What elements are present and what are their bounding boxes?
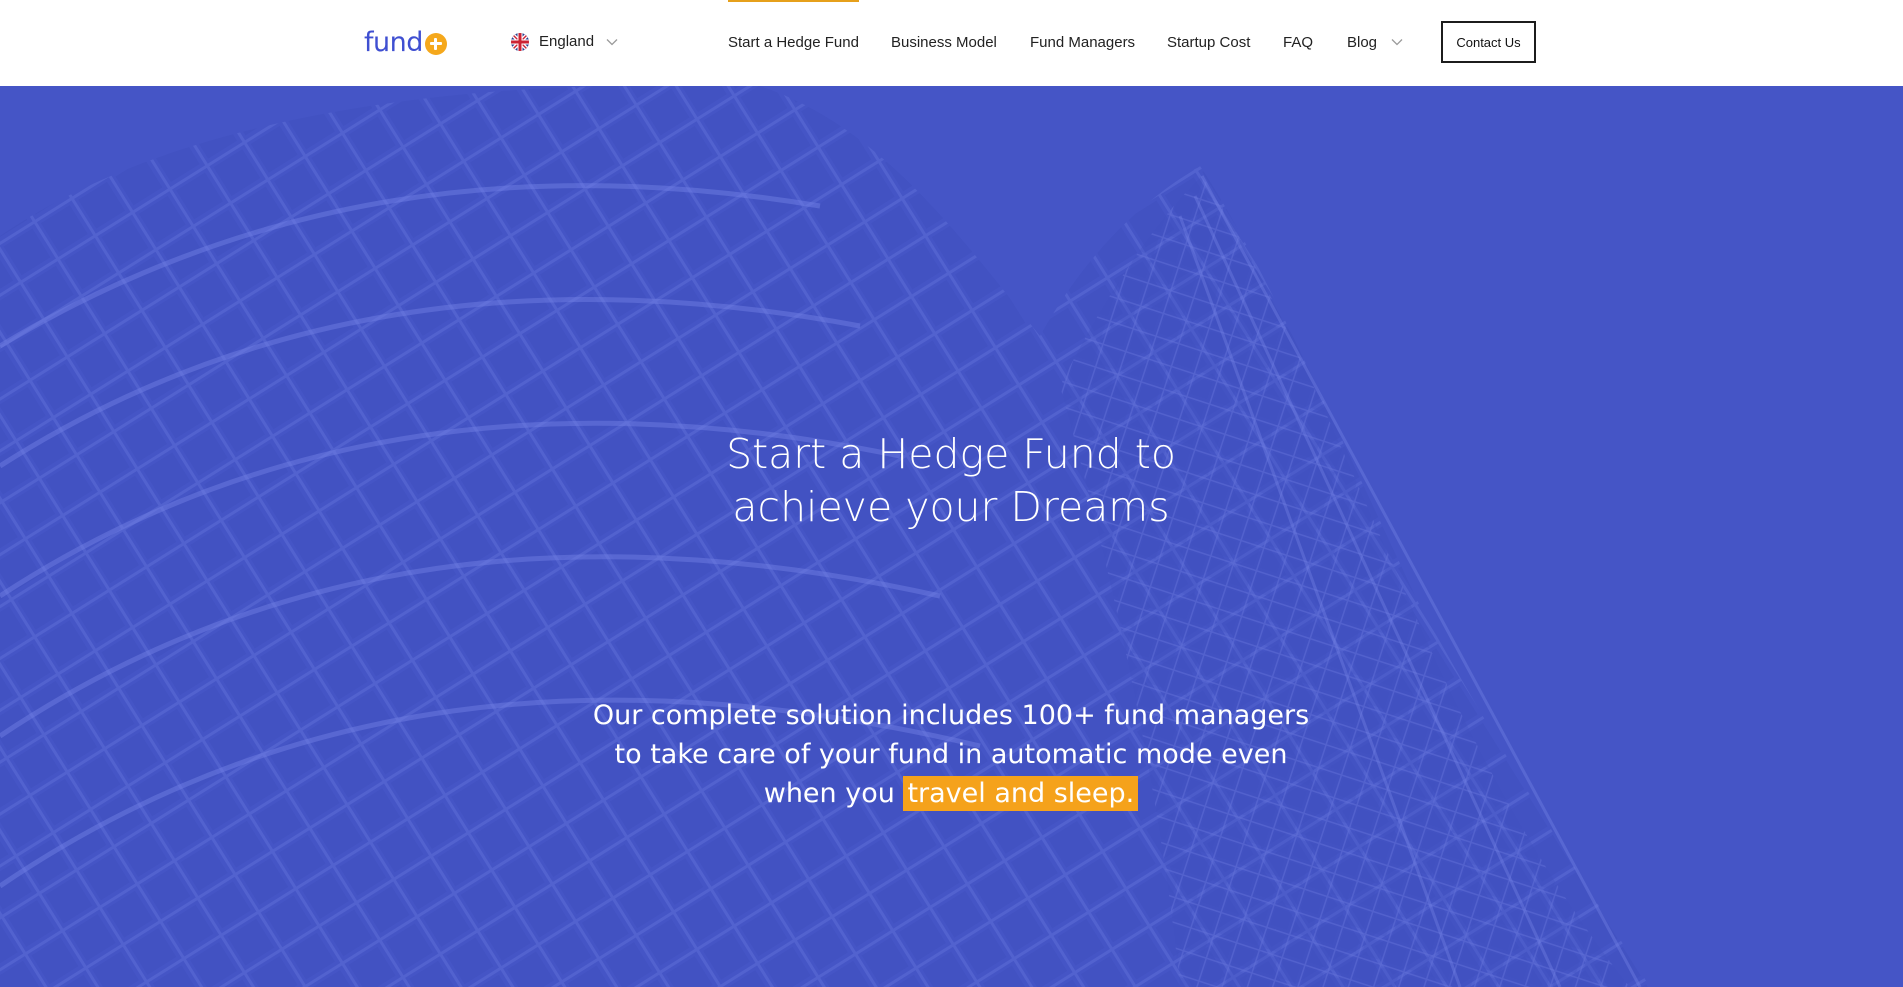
hero-subtitle-line: Our complete solution includes 100+ fund… bbox=[592, 700, 1310, 731]
nav-startup-cost[interactable]: Startup Cost bbox=[1167, 30, 1250, 54]
hero-subtitle: Our complete solution includes 100+ fund… bbox=[551, 696, 1351, 813]
nav-faq[interactable]: FAQ bbox=[1283, 30, 1313, 54]
language-label: England bbox=[539, 33, 595, 50]
contact-us-button[interactable]: Contact Us bbox=[1441, 21, 1536, 63]
hero-subtitle-line: to take care of your fund in automatic m… bbox=[614, 739, 1288, 770]
hero-subtitle-line: when you travel and sleep. bbox=[551, 774, 1351, 813]
nav-start-hedge-fund[interactable]: Start a Hedge Fund bbox=[728, 0, 859, 54]
hero-highlight: travel and sleep. bbox=[903, 776, 1139, 811]
hero-section: Start a Hedge Fund to achieve your Dream… bbox=[0, 86, 1903, 987]
nav-blog[interactable]: Blog bbox=[1347, 30, 1403, 54]
nav-blog-label: Blog bbox=[1347, 33, 1378, 51]
uk-flag-icon bbox=[511, 33, 529, 51]
hero-building-background bbox=[0, 86, 1903, 987]
logo-wordmark: fund bbox=[364, 27, 423, 58]
fund-logo[interactable]: fund bbox=[364, 28, 447, 58]
hero-subtitle-prefix: when you bbox=[763, 778, 904, 809]
nav-business-model[interactable]: Business Model bbox=[891, 30, 997, 54]
hero-title: Start a Hedge Fund to achieve your Dream… bbox=[551, 428, 1351, 534]
hero-title-line: achieve your Dreams bbox=[732, 483, 1170, 531]
nav-fund-managers[interactable]: Fund Managers bbox=[1030, 30, 1135, 54]
chevron-down-icon bbox=[1391, 39, 1403, 46]
language-selector[interactable]: England bbox=[511, 30, 618, 54]
plus-circle-icon bbox=[424, 32, 447, 55]
hero-title-line: Start a Hedge Fund to bbox=[726, 430, 1176, 478]
site-header: fund England Start a Hedge Fund Business… bbox=[0, 0, 1903, 86]
chevron-down-icon bbox=[606, 39, 618, 46]
